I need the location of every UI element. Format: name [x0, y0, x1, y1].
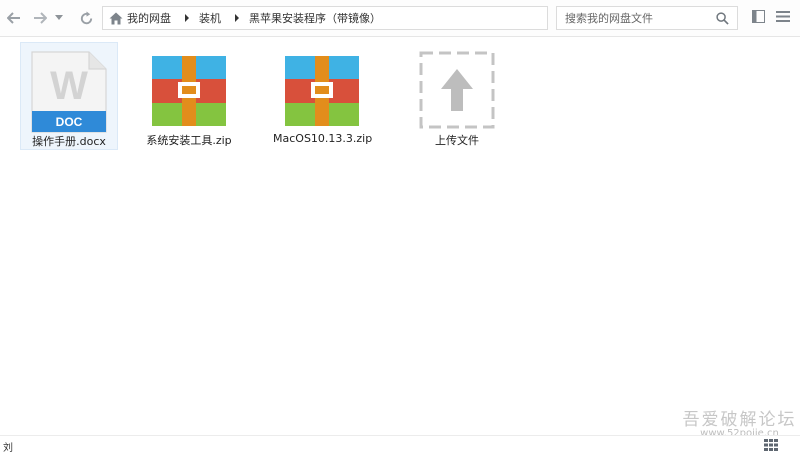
- breadcrumb-item-current[interactable]: 黑苹果安装程序（带镜像）: [249, 10, 381, 26]
- breadcrumb-label: 装机: [199, 12, 221, 25]
- list-view-button[interactable]: [776, 10, 790, 26]
- file-name: 上传文件: [435, 134, 479, 147]
- layout-panel-icon: [752, 10, 765, 23]
- breadcrumb-separator-icon[interactable]: [235, 14, 239, 22]
- layout-panel-button[interactable]: [752, 10, 765, 26]
- status-bar: 刘: [0, 435, 800, 454]
- zip-archive-icon: [285, 50, 359, 129]
- forward-button[interactable]: [30, 8, 50, 28]
- refresh-button[interactable]: [76, 8, 96, 28]
- chevron-down-icon: [55, 15, 63, 20]
- upload-icon: [419, 50, 495, 132]
- back-button[interactable]: [4, 8, 24, 28]
- refresh-icon: [80, 10, 92, 24]
- file-name: MacOS10.13.3.zip: [273, 132, 373, 145]
- address-bar[interactable]: 我的网盘 装机 黑苹果安装程序（带镜像）: [102, 6, 548, 30]
- doc-badge: DOC: [56, 115, 83, 129]
- file-name: 系统安装工具.zip: [146, 134, 232, 147]
- file-item-doc[interactable]: W DOC 操作手册.docx: [20, 42, 118, 150]
- watermark: 吾爱破解论坛 www.52pojie.cn: [682, 405, 797, 439]
- list-view-icon: [776, 11, 790, 22]
- search-input[interactable]: [557, 7, 707, 29]
- breadcrumb-item-zhuangji[interactable]: 装机: [199, 10, 221, 26]
- search-box[interactable]: [556, 6, 738, 30]
- home-icon: [109, 12, 123, 25]
- zip-archive-icon: [152, 50, 226, 129]
- breadcrumb-item-root[interactable]: 我的网盘: [109, 10, 171, 26]
- file-name: 操作手册.docx: [32, 135, 106, 148]
- search-icon[interactable]: [716, 12, 729, 28]
- breadcrumb-label: 黑苹果安装程序（带镜像）: [249, 12, 381, 25]
- breadcrumb-label: 我的网盘: [127, 12, 171, 25]
- breadcrumb-separator-icon[interactable]: [185, 14, 189, 22]
- file-item-zip-tools[interactable]: 系统安装工具.zip: [140, 42, 238, 150]
- arrow-right-icon: [34, 12, 47, 24]
- toolbar: 我的网盘 装机 黑苹果安装程序（带镜像）: [0, 0, 800, 37]
- watermark-title: 吾爱破解论坛: [682, 410, 797, 430]
- grid-view-icon[interactable]: [764, 439, 778, 454]
- arrow-left-icon: [7, 12, 20, 24]
- doc-letter: W: [50, 64, 88, 108]
- upload-file-button[interactable]: 上传文件: [408, 42, 506, 150]
- history-dropdown-button[interactable]: [52, 8, 66, 28]
- status-text: 刘: [3, 443, 13, 454]
- word-document-icon: W DOC: [31, 51, 107, 136]
- file-item-zip-macos[interactable]: MacOS10.13.3.zip: [273, 42, 373, 150]
